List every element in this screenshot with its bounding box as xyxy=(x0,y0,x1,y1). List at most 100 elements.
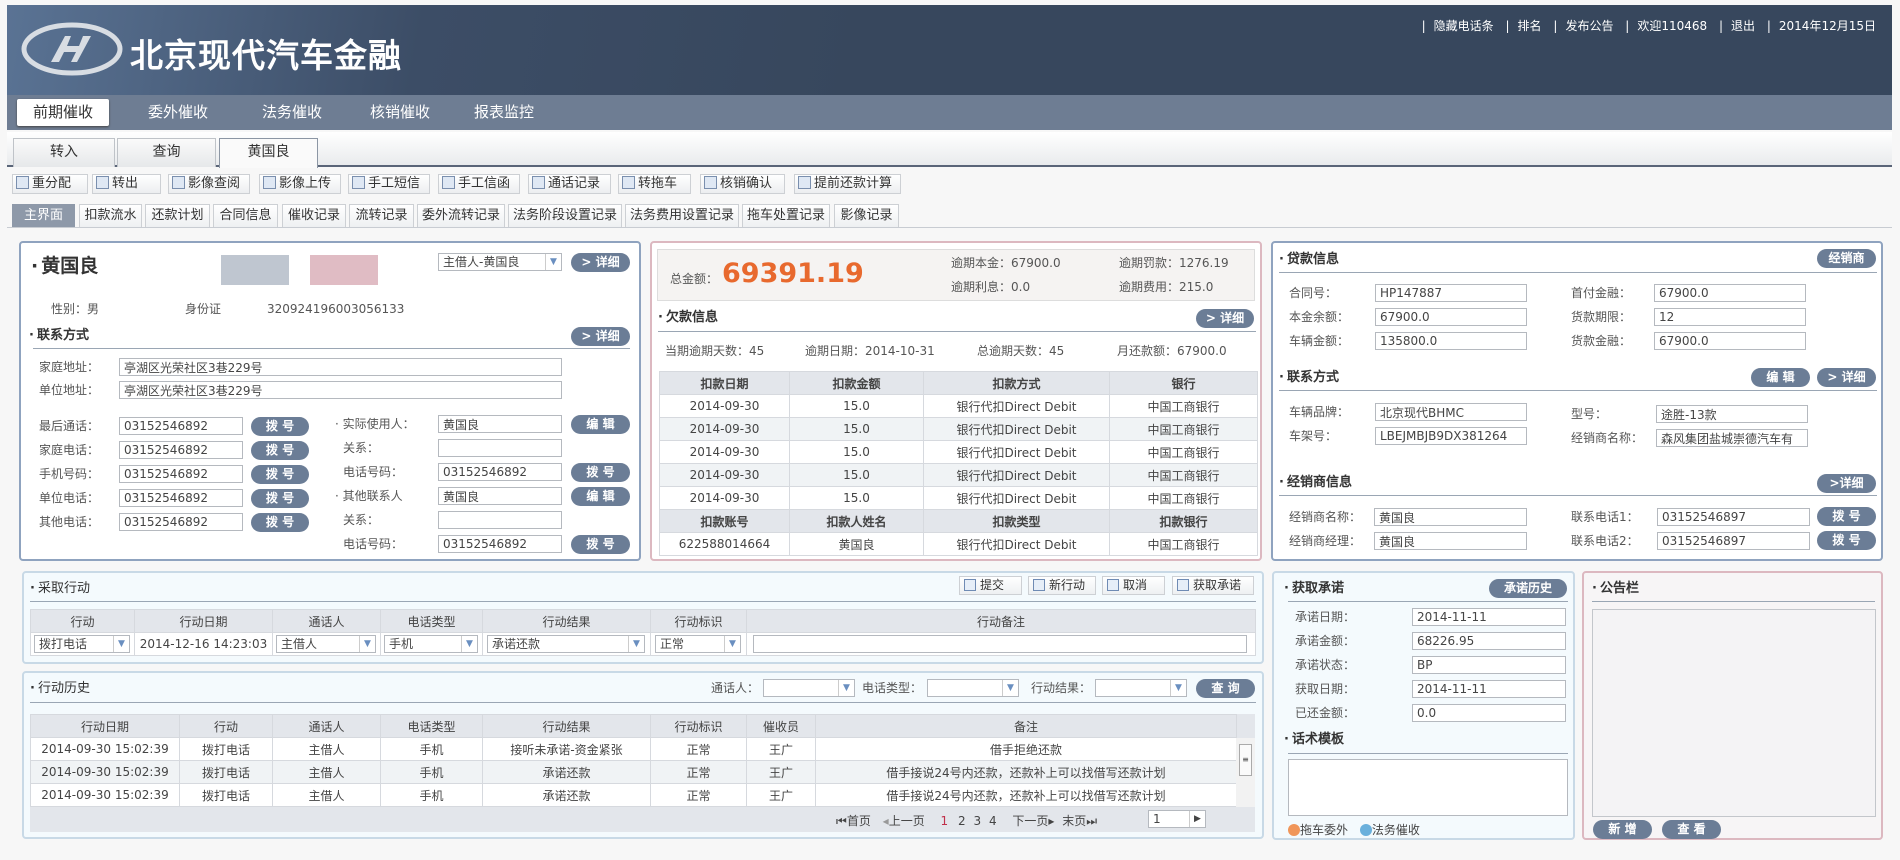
action-select[interactable]: 拨打电话 ▼ xyxy=(34,635,130,653)
dealer-detail-button[interactable]: >详细 xyxy=(1817,474,1876,493)
contract-number-input[interactable] xyxy=(1375,284,1527,302)
toolbar-button[interactable]: 影像查阅 xyxy=(168,174,250,194)
dial-button[interactable]: 拨 号 xyxy=(571,535,630,554)
action-date[interactable]: 2014-12-16 14:23:03 xyxy=(134,632,273,656)
toolbar-button[interactable]: 手工短信 xyxy=(348,174,430,194)
actual-user-input[interactable] xyxy=(438,415,562,433)
first-page-icon[interactable]: ⏮ xyxy=(836,814,847,828)
page-link[interactable]: 4 xyxy=(989,814,997,828)
edit-button[interactable]: 编 辑 xyxy=(571,415,630,434)
sub-tab[interactable]: 还款计划 xyxy=(145,204,210,227)
last-page-link[interactable]: 末页 xyxy=(1062,814,1086,828)
toolbar-button[interactable]: 提前还款计算 xyxy=(794,174,901,194)
cancel-button[interactable]: 取消 xyxy=(1102,576,1165,595)
view-notice-button[interactable]: 查 看 xyxy=(1662,820,1721,839)
query-button[interactable]: 查 询 xyxy=(1196,679,1255,698)
sub-tab[interactable]: 拖车处置记录 xyxy=(742,204,830,227)
work-phone-input[interactable] xyxy=(119,489,243,507)
relation-input[interactable] xyxy=(438,511,562,529)
hide-phone-bar-link[interactable]: 隐藏电话条 xyxy=(1434,19,1494,33)
vehicle-brand-input[interactable] xyxy=(1375,403,1527,421)
last-page-icon[interactable]: ⏭ xyxy=(1086,814,1097,828)
dial-button[interactable]: 拨 号 xyxy=(251,417,309,436)
vehicle-detail-button[interactable]: > 详细 xyxy=(1817,368,1876,387)
tab-item[interactable]: 黄国良 xyxy=(219,138,318,168)
page-link[interactable]: 2 xyxy=(958,814,966,828)
relation-input[interactable] xyxy=(438,439,562,457)
caller-select[interactable]: 主借人 ▼ xyxy=(276,635,376,653)
edit-button[interactable]: 编 辑 xyxy=(1751,368,1810,387)
new-action-button[interactable]: 新行动 xyxy=(1028,576,1096,595)
nav-item[interactable]: 核销催收 xyxy=(359,99,441,126)
obtain-date-input[interactable] xyxy=(1412,680,1566,698)
other-phone-input[interactable] xyxy=(119,513,243,531)
first-page-link[interactable]: 首页 xyxy=(847,814,871,828)
sub-tab[interactable]: 法务费用设置记录 xyxy=(625,204,739,227)
ranking-link[interactable]: 排名 xyxy=(1518,19,1542,33)
sub-tab[interactable]: 委外流转记录 xyxy=(417,204,505,227)
sub-tab[interactable]: 催收记录 xyxy=(282,204,346,227)
toolbar-button[interactable]: 转拖车 xyxy=(618,174,691,194)
dial-button[interactable]: 拨 号 xyxy=(251,465,309,484)
action-result-select[interactable]: 承诺还款 ▼ xyxy=(487,635,645,653)
page-number-input[interactable]: 1 ▶ xyxy=(1148,810,1206,828)
home-phone-input[interactable] xyxy=(119,441,243,459)
nav-item[interactable]: 前期催收 xyxy=(17,99,109,126)
other-contact-input[interactable] xyxy=(438,487,562,505)
nav-item[interactable]: 报表监控 xyxy=(463,99,545,126)
borrower-role-select[interactable]: 主借人-黄国良 ▼ xyxy=(438,253,562,271)
loan-term-input[interactable] xyxy=(1654,308,1806,326)
publish-notice-link[interactable]: 发布公告 xyxy=(1565,19,1613,33)
down-payment-input[interactable] xyxy=(1654,284,1806,302)
next-page-link[interactable]: 下一页 xyxy=(1012,814,1048,828)
phone-type-select[interactable]: 手机 ▼ xyxy=(384,635,478,653)
dealer-phone1-input[interactable] xyxy=(1657,508,1810,526)
dial-button[interactable]: 拨 号 xyxy=(251,513,309,532)
next-page-icon[interactable]: ▸ xyxy=(1048,814,1054,828)
dial-button[interactable]: 拨 号 xyxy=(251,489,309,508)
principal-balance-input[interactable] xyxy=(1375,308,1527,326)
submit-button[interactable]: 提交 xyxy=(959,576,1022,595)
go-arrow-icon[interactable]: ▶ xyxy=(1189,811,1205,827)
dealer-button[interactable]: 经销商 xyxy=(1817,249,1876,268)
scrollbar-thumb[interactable]: ≡ xyxy=(1239,744,1252,776)
page-link-current[interactable]: 1 xyxy=(941,814,949,828)
sub-tab[interactable]: 主界面 xyxy=(12,204,75,227)
tab-item[interactable]: 查询 xyxy=(117,138,216,167)
other-contact-phone-input[interactable] xyxy=(438,535,562,553)
toolbar-button[interactable]: 手工信函 xyxy=(438,174,520,194)
vin-input[interactable] xyxy=(1375,427,1527,445)
promise-date-input[interactable] xyxy=(1412,608,1566,626)
prev-page-link[interactable]: 上一页 xyxy=(889,814,925,828)
nav-item[interactable]: 委外催收 xyxy=(137,99,219,126)
loan-amount-input[interactable] xyxy=(1654,332,1806,350)
last-call-phone-input[interactable] xyxy=(119,417,243,435)
scrollbar[interactable]: ≡ xyxy=(1236,738,1255,807)
filter-result-select[interactable]: ▼ xyxy=(1095,679,1187,697)
promise-status-input[interactable] xyxy=(1412,656,1566,674)
script-template-textarea[interactable] xyxy=(1288,759,1568,816)
toolbar-button[interactable]: 通话记录 xyxy=(528,174,611,194)
work-address-input[interactable] xyxy=(119,381,562,399)
toolbar-button[interactable]: 转出 xyxy=(92,174,161,194)
sub-tab[interactable]: 影像记录 xyxy=(834,204,899,227)
add-notice-button[interactable]: 新 增 xyxy=(1593,820,1652,839)
toolbar-button[interactable]: 影像上传 xyxy=(259,174,341,194)
vehicle-amount-input[interactable] xyxy=(1375,332,1527,350)
promise-amount-input[interactable] xyxy=(1412,632,1566,650)
tab-item[interactable]: 转入 xyxy=(13,138,115,167)
sub-tab[interactable]: 法务阶段设置记录 xyxy=(508,204,622,227)
model-input[interactable] xyxy=(1656,405,1808,423)
page-link[interactable]: 3 xyxy=(973,814,981,828)
dial-button[interactable]: 拨 号 xyxy=(251,441,309,460)
contact-detail-button[interactable]: > 详细 xyxy=(571,327,630,346)
get-promise-button[interactable]: 获取承诺 xyxy=(1172,576,1254,595)
dial-button[interactable]: 拨 号 xyxy=(571,463,630,482)
edit-button[interactable]: 编 辑 xyxy=(571,487,630,506)
home-address-input[interactable] xyxy=(119,358,562,376)
nav-item[interactable]: 法务催收 xyxy=(251,99,333,126)
dial-button[interactable]: 拨 号 xyxy=(1817,531,1876,550)
sub-tab[interactable]: 扣款流水 xyxy=(79,204,142,227)
toolbar-button[interactable]: 核销确认 xyxy=(700,174,785,194)
dial-button[interactable]: 拨 号 xyxy=(1817,507,1876,526)
